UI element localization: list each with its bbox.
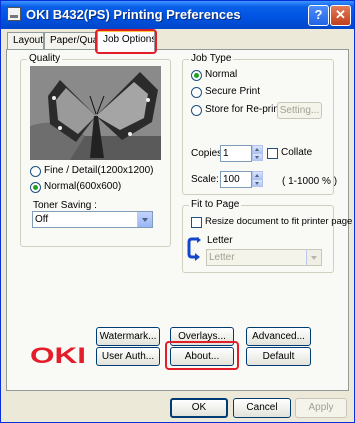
setting-button[interactable]: Setting... [277,102,322,119]
oki-logo: OKI [30,344,86,366]
quality-normal-radio[interactable] [30,182,41,193]
resize-label: Resize document to fit printer page [205,216,353,227]
paper-size-value: Letter [209,252,235,263]
toner-saving-label: Toner Saving : [33,200,97,211]
window-title: OKI B432(PS) Printing Preferences [26,7,241,22]
page-fit-icon [187,237,201,261]
scale-range-label: ( 1-1000 % ) [282,176,338,187]
copies-input[interactable]: 1 [220,145,252,162]
scale-spinner[interactable] [252,171,263,188]
watermark-button[interactable]: Watermark... [96,327,160,346]
close-button[interactable]: ✕ [330,5,351,26]
job-type-normal-label: Normal [205,69,238,80]
apply-button[interactable]: Apply [295,398,347,418]
job-type-store-label: Store for Re-print [205,104,282,115]
tab-highlight [95,29,157,54]
toner-saving-value: Off [35,214,49,225]
ok-button[interactable]: OK [170,398,228,418]
collate-checkbox[interactable] [267,148,278,159]
about-highlight [165,341,239,370]
copies-spinner[interactable] [252,145,263,162]
job-type-group-label: Job Type [189,53,234,64]
fit-to-page-group-label: Fit to Page [189,199,242,210]
default-button[interactable]: Default [246,347,311,366]
printer-icon [7,7,21,21]
advanced-button[interactable]: Advanced... [246,327,311,346]
cancel-button[interactable]: Cancel [233,398,291,418]
scale-label: Scale: [191,174,219,185]
toner-saving-select[interactable]: Off [32,211,153,228]
spin-down-icon[interactable] [252,153,263,161]
chevron-down-icon [306,250,321,265]
collate-label: Collate [281,147,313,158]
paper-name-label: Letter [207,235,233,246]
tab-layout[interactable]: Layout [7,32,44,50]
user-auth-button[interactable]: User Auth... [96,347,160,366]
help-button[interactable]: ? [308,5,329,26]
spin-up-icon[interactable] [252,171,263,179]
resize-checkbox[interactable] [191,217,202,228]
quality-preview-image [30,66,161,160]
printing-preferences-window: OKI B432(PS) Printing Preferences ? ✕ La… [0,0,355,423]
spin-down-icon[interactable] [252,179,263,187]
spin-up-icon[interactable] [252,145,263,153]
job-type-secure-radio[interactable] [191,87,202,98]
scale-input[interactable]: 100 [220,171,252,188]
job-type-normal-radio[interactable] [191,70,202,81]
oki-logo-text: OKI [30,344,86,366]
chevron-down-icon [137,212,152,227]
quality-fine-radio[interactable] [30,166,41,177]
title-bar: OKI B432(PS) Printing Preferences ? ✕ [1,1,354,29]
copies-label: Copies [191,148,223,159]
quality-fine-label: Fine / Detail(1200x1200) [44,165,154,176]
job-type-store-radio[interactable] [191,105,202,116]
job-type-secure-label: Secure Print [205,86,261,97]
quality-normal-label: Normal(600x600) [44,181,122,192]
paper-size-select[interactable]: Letter [206,249,322,266]
tab-paper-quality[interactable]: Paper/Quality [44,32,96,50]
quality-group-label: Quality [27,53,63,64]
